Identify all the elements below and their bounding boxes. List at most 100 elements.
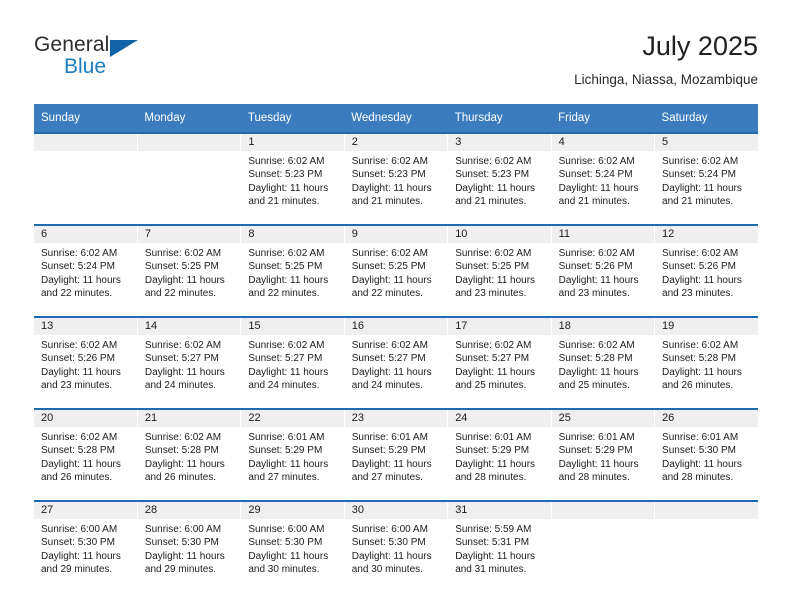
calendar-day-cell[interactable]: 10 Sunrise: 6:02 AM Sunset: 5:25 PM Dayligh… — [447, 224, 552, 317]
day-number: 31 — [448, 502, 551, 519]
day-number: 29 — [241, 502, 344, 519]
daylight-text-line2: and 23 minutes. — [41, 380, 113, 392]
sunrise-text: Sunrise: 6:00 AM — [248, 524, 325, 535]
calendar-day-cell[interactable]: 24 Sunrise: 6:01 AM Sunset: 5:29 PM Dayligh… — [447, 408, 552, 501]
sunrise-text: Sunrise: 6:02 AM — [558, 248, 635, 259]
day-number: 17 — [448, 318, 551, 335]
day-number — [655, 502, 758, 519]
calendar-day-cell[interactable]: 22 Sunrise: 6:01 AM Sunset: 5:29 PM Dayligh… — [240, 408, 345, 501]
day-cell-inner: 26 Sunrise: 6:01 AM Sunset: 5:30 PM Dayligh… — [655, 410, 758, 498]
day-cell-inner: 20 Sunrise: 6:02 AM Sunset: 5:28 PM Dayligh… — [34, 410, 137, 498]
daylight-text-line1: Daylight: 11 hours — [248, 458, 329, 470]
day-cell-details: Sunrise: 6:02 AM Sunset: 5:28 PM Daylight:… — [34, 427, 137, 485]
daylight-text-line2: and 25 minutes. — [558, 380, 630, 392]
calendar-day-cell[interactable]: 20 Sunrise: 6:02 AM Sunset: 5:28 PM Dayligh… — [34, 408, 138, 501]
calendar-day-cell[interactable]: 4 Sunrise: 6:02 AM Sunset: 5:24 PM Daylight… — [551, 132, 656, 225]
calendar-day-cell[interactable]: 14 Sunrise: 6:02 AM Sunset: 5:27 PM Dayligh… — [137, 316, 242, 409]
sunset-text: Sunset: 5:29 PM — [248, 445, 323, 457]
calendar-day-cell[interactable]: 28 Sunrise: 6:00 AM Sunset: 5:30 PM Dayligh… — [137, 500, 242, 592]
brand-name-general: General — [34, 33, 110, 56]
day-number: 15 — [241, 318, 344, 335]
daylight-text-line1: Daylight: 11 hours — [248, 182, 329, 194]
daylight-text-line2: and 24 minutes. — [351, 380, 423, 392]
day-number: 10 — [448, 226, 551, 243]
weekday-header-monday: Monday — [137, 104, 241, 133]
daylight-text-line1: Daylight: 11 hours — [144, 550, 225, 562]
sunset-text: Sunset: 5:23 PM — [248, 169, 323, 181]
calendar-day-cell[interactable]: 1 Sunrise: 6:02 AM Sunset: 5:23 PM Daylight… — [240, 132, 345, 225]
sunset-text: Sunset: 5:24 PM — [662, 169, 736, 181]
day-cell-inner: 11 Sunrise: 6:02 AM Sunset: 5:26 PM Dayligh… — [551, 226, 655, 314]
calendar-day-cell[interactable]: 25 Sunrise: 6:01 AM Sunset: 5:29 PM Dayligh… — [551, 408, 656, 501]
calendar-day-cell[interactable]: 9 Sunrise: 6:02 AM Sunset: 5:25 PM Daylight… — [344, 224, 449, 317]
sunrise-text: Sunrise: 6:01 AM — [662, 432, 739, 443]
day-number: 20 — [34, 410, 137, 427]
day-cell-inner: 30 Sunrise: 6:00 AM Sunset: 5:30 PM Dayligh… — [344, 502, 448, 590]
sunset-text: Sunset: 5:25 PM — [144, 261, 219, 273]
daylight-text-line2: and 24 minutes. — [144, 380, 217, 392]
calendar-day-cell[interactable]: 2 Sunrise: 6:02 AM Sunset: 5:23 PM Daylight… — [344, 132, 449, 225]
calendar-day-cell[interactable]: 12 Sunrise: 6:02 AM Sunset: 5:26 PM Dayligh… — [654, 224, 758, 317]
brand-logo[interactable]: General Blue — [34, 33, 244, 89]
day-cell-inner: 6 Sunrise: 6:02 AM Sunset: 5:24 PM Daylight… — [34, 226, 137, 314]
day-cell-details: Sunrise: 6:01 AM Sunset: 5:29 PM Daylight:… — [448, 427, 550, 485]
daylight-text-line1: Daylight: 11 hours — [351, 550, 432, 562]
daylight-text-line2: and 29 minutes. — [144, 564, 217, 576]
day-cell-inner — [34, 134, 137, 222]
page-title: July 2025 — [642, 31, 758, 61]
day-number: 1 — [241, 134, 344, 151]
daylight-text-line2: and 21 minutes. — [351, 196, 423, 208]
calendar-day-cell[interactable]: 30 Sunrise: 6:00 AM Sunset: 5:30 PM Dayligh… — [344, 500, 449, 592]
daylight-text-line2: and 21 minutes. — [662, 196, 734, 208]
sunset-text: Sunset: 5:28 PM — [558, 353, 633, 365]
day-number: 23 — [344, 410, 448, 427]
calendar-empty-cell — [551, 500, 656, 592]
calendar-day-cell[interactable]: 6 Sunrise: 6:02 AM Sunset: 5:24 PM Daylight… — [34, 224, 138, 317]
day-cell-details — [34, 151, 137, 155]
calendar-day-cell[interactable]: 27 Sunrise: 6:00 AM Sunset: 5:30 PM Dayligh… — [34, 500, 138, 592]
calendar-day-cell[interactable]: 23 Sunrise: 6:01 AM Sunset: 5:29 PM Dayligh… — [344, 408, 449, 501]
daylight-text-line2: and 23 minutes. — [662, 288, 734, 300]
weekday-header-row: Sunday Monday Tuesday Wednesday Thursday… — [34, 104, 758, 133]
sunrise-text: Sunrise: 6:02 AM — [455, 248, 532, 259]
day-number: 30 — [344, 502, 448, 519]
sunset-text: Sunset: 5:29 PM — [455, 445, 530, 457]
calendar-body: 1 Sunrise: 6:02 AM Sunset: 5:23 PM Daylight… — [34, 132, 758, 592]
calendar-day-cell[interactable]: 8 Sunrise: 6:02 AM Sunset: 5:25 PM Daylight… — [240, 224, 345, 317]
daylight-text-line2: and 21 minutes. — [455, 196, 527, 208]
daylight-text-line1: Daylight: 11 hours — [558, 458, 639, 470]
calendar-day-cell[interactable]: 5 Sunrise: 6:02 AM Sunset: 5:24 PM Daylight… — [654, 132, 758, 225]
day-number — [551, 502, 655, 519]
day-cell-details: Sunrise: 6:00 AM Sunset: 5:30 PM Daylight:… — [138, 519, 240, 577]
calendar-day-cell[interactable]: 31 Sunrise: 5:59 AM Sunset: 5:31 PM Dayligh… — [447, 500, 552, 592]
day-cell-inner: 19 Sunrise: 6:02 AM Sunset: 5:28 PM Dayligh… — [655, 318, 758, 406]
brand-name-blue: Blue — [64, 55, 107, 78]
calendar-day-cell[interactable]: 16 Sunrise: 6:02 AM Sunset: 5:27 PM Dayligh… — [344, 316, 449, 409]
day-cell-details: Sunrise: 6:02 AM Sunset: 5:25 PM Daylight:… — [448, 243, 550, 301]
calendar-day-cell[interactable]: 19 Sunrise: 6:02 AM Sunset: 5:28 PM Dayligh… — [654, 316, 758, 409]
day-number: 18 — [551, 318, 655, 335]
calendar-day-cell[interactable]: 15 Sunrise: 6:02 AM Sunset: 5:27 PM Dayligh… — [240, 316, 345, 409]
daylight-text-line2: and 30 minutes. — [248, 564, 320, 576]
daylight-text-line2: and 28 minutes. — [455, 472, 527, 484]
daylight-text-line1: Daylight: 11 hours — [351, 274, 432, 286]
calendar-day-cell[interactable]: 3 Sunrise: 6:02 AM Sunset: 5:23 PM Daylight… — [447, 132, 552, 225]
calendar-day-cell[interactable]: 26 Sunrise: 6:01 AM Sunset: 5:30 PM Dayligh… — [654, 408, 758, 501]
sunrise-text: Sunrise: 6:01 AM — [351, 432, 428, 443]
sunrise-text: Sunrise: 6:02 AM — [144, 432, 222, 443]
calendar-day-cell[interactable]: 21 Sunrise: 6:02 AM Sunset: 5:28 PM Dayligh… — [137, 408, 242, 501]
calendar-day-cell[interactable]: 29 Sunrise: 6:00 AM Sunset: 5:30 PM Dayligh… — [240, 500, 345, 592]
daylight-text-line1: Daylight: 11 hours — [41, 366, 121, 378]
daylight-text-line1: Daylight: 11 hours — [662, 182, 742, 194]
calendar-day-cell[interactable]: 7 Sunrise: 6:02 AM Sunset: 5:25 PM Daylight… — [137, 224, 242, 317]
day-cell-inner: 22 Sunrise: 6:01 AM Sunset: 5:29 PM Dayligh… — [241, 410, 344, 498]
calendar-day-cell[interactable]: 18 Sunrise: 6:02 AM Sunset: 5:28 PM Dayligh… — [551, 316, 656, 409]
day-cell-details: Sunrise: 6:02 AM Sunset: 5:26 PM Daylight:… — [655, 243, 758, 301]
calendar-day-cell[interactable]: 13 Sunrise: 6:02 AM Sunset: 5:26 PM Dayligh… — [34, 316, 138, 409]
calendar-day-cell[interactable]: 17 Sunrise: 6:02 AM Sunset: 5:27 PM Dayligh… — [447, 316, 552, 409]
calendar-day-cell[interactable]: 11 Sunrise: 6:02 AM Sunset: 5:26 PM Dayligh… — [551, 224, 656, 317]
sunset-text: Sunset: 5:30 PM — [248, 537, 323, 549]
day-cell-details: Sunrise: 6:02 AM Sunset: 5:24 PM Daylight:… — [655, 151, 758, 209]
sunrise-text: Sunrise: 6:01 AM — [558, 432, 635, 443]
daylight-text-line2: and 29 minutes. — [41, 564, 113, 576]
